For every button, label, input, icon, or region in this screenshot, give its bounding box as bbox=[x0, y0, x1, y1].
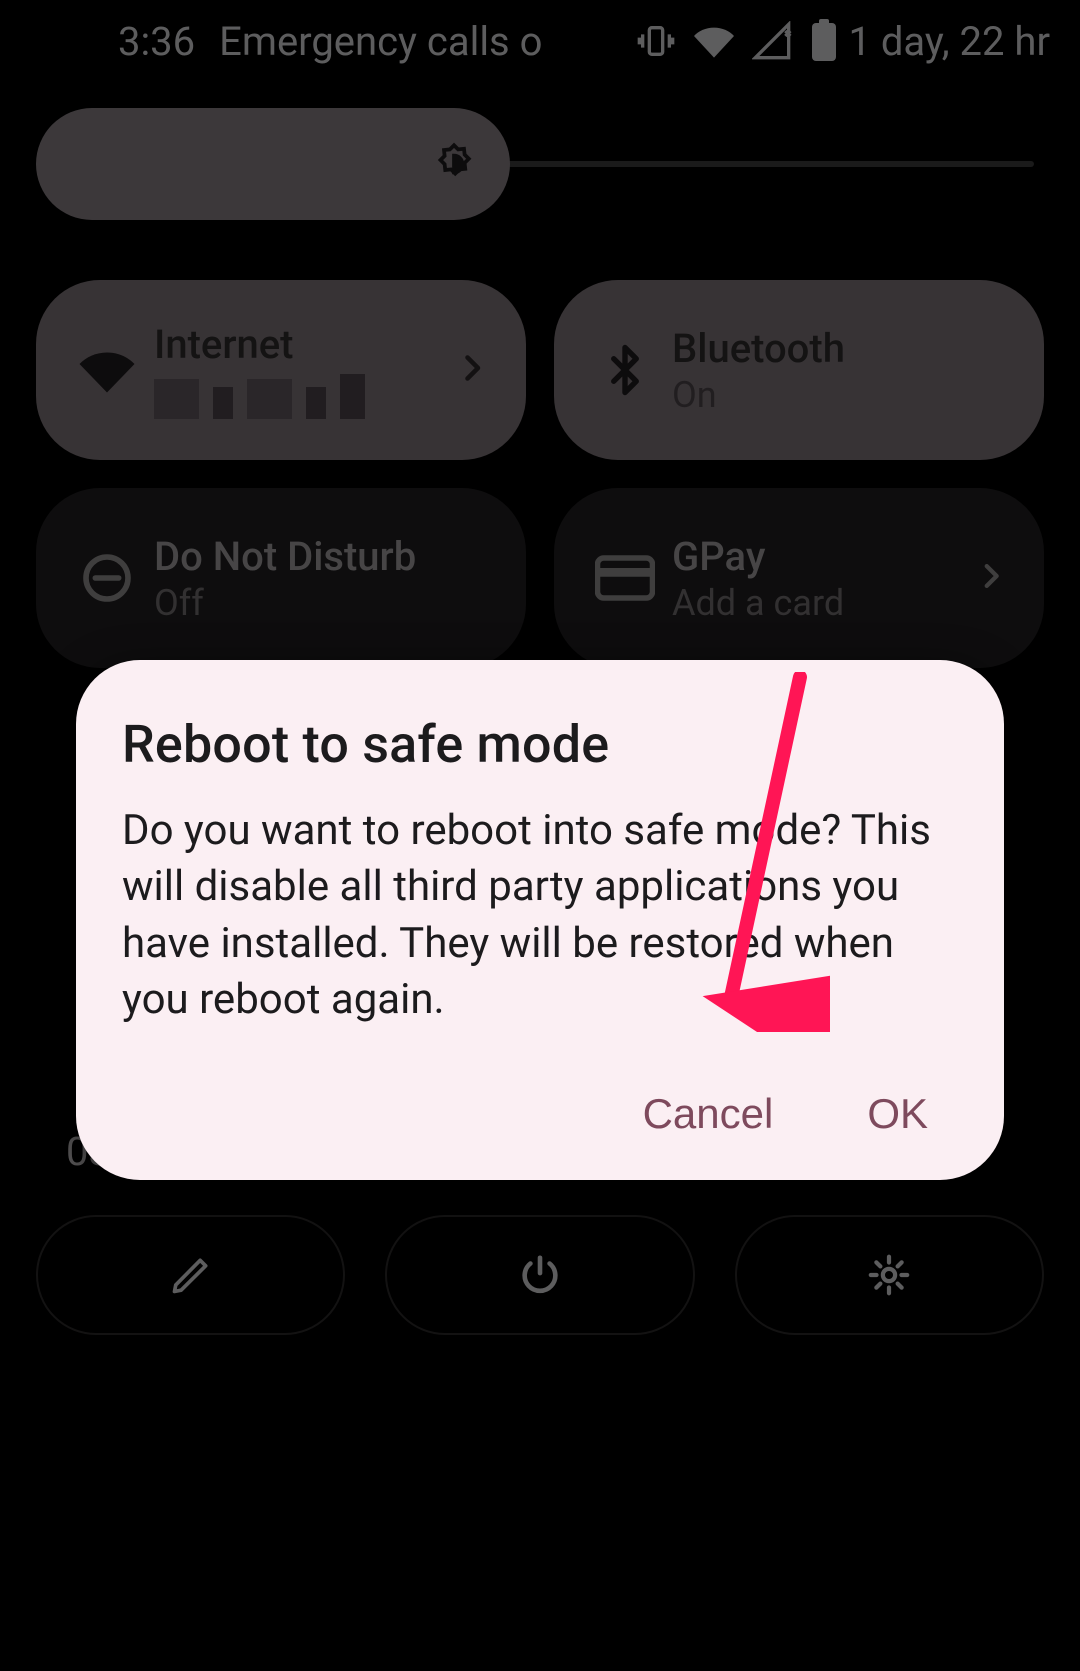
power-button[interactable] bbox=[385, 1215, 694, 1335]
battery-icon bbox=[810, 19, 838, 63]
status-bar: 3:36 Emergency calls o 1 day, 22 hr bbox=[0, 0, 1080, 82]
vibrate-icon bbox=[636, 21, 676, 61]
tile-internet-ssid-redacted bbox=[154, 374, 365, 419]
power-icon bbox=[517, 1252, 563, 1298]
dialog-title: Reboot to safe mode bbox=[122, 714, 958, 775]
cancel-button[interactable]: Cancel bbox=[631, 1084, 786, 1144]
chevron-right-icon bbox=[974, 559, 1008, 597]
dnd-icon bbox=[72, 550, 142, 606]
brightness-icon bbox=[429, 139, 479, 189]
gear-icon bbox=[866, 1252, 912, 1298]
bluetooth-icon bbox=[590, 343, 660, 397]
tile-dnd-title: Do Not Disturb bbox=[154, 533, 416, 580]
card-icon bbox=[590, 554, 660, 602]
status-carrier-label: Emergency calls o bbox=[219, 18, 542, 65]
brightness-slider[interactable] bbox=[36, 108, 1044, 220]
chevron-right-icon bbox=[454, 350, 490, 390]
status-clock: 3:36 bbox=[118, 18, 195, 65]
signal-icon bbox=[752, 21, 792, 61]
wifi-icon bbox=[72, 340, 142, 400]
tile-gpay[interactable]: GPay Add a card bbox=[554, 488, 1044, 668]
tile-gpay-sub: Add a card bbox=[672, 582, 844, 624]
tile-dnd[interactable]: Do Not Disturb Off bbox=[36, 488, 526, 668]
edit-tiles-button[interactable] bbox=[36, 1215, 345, 1335]
wifi-icon bbox=[694, 21, 734, 61]
status-battery-text: 1 day, 22 hr bbox=[848, 18, 1050, 65]
safe-mode-dialog: Reboot to safe mode Do you want to reboo… bbox=[76, 660, 1004, 1180]
tile-bluetooth-sub: On bbox=[672, 374, 845, 416]
tile-internet-title: Internet bbox=[154, 321, 365, 368]
tile-gpay-title: GPay bbox=[672, 533, 844, 580]
tile-bluetooth[interactable]: Bluetooth On bbox=[554, 280, 1044, 460]
tile-internet[interactable]: Internet bbox=[36, 280, 526, 460]
pencil-icon bbox=[169, 1253, 213, 1297]
ok-button[interactable]: OK bbox=[855, 1084, 940, 1144]
tile-bluetooth-title: Bluetooth bbox=[672, 325, 845, 372]
settings-button[interactable] bbox=[735, 1215, 1044, 1335]
tile-dnd-sub: Off bbox=[154, 582, 416, 624]
dialog-body: Do you want to reboot into safe mode? Th… bbox=[122, 803, 958, 1028]
